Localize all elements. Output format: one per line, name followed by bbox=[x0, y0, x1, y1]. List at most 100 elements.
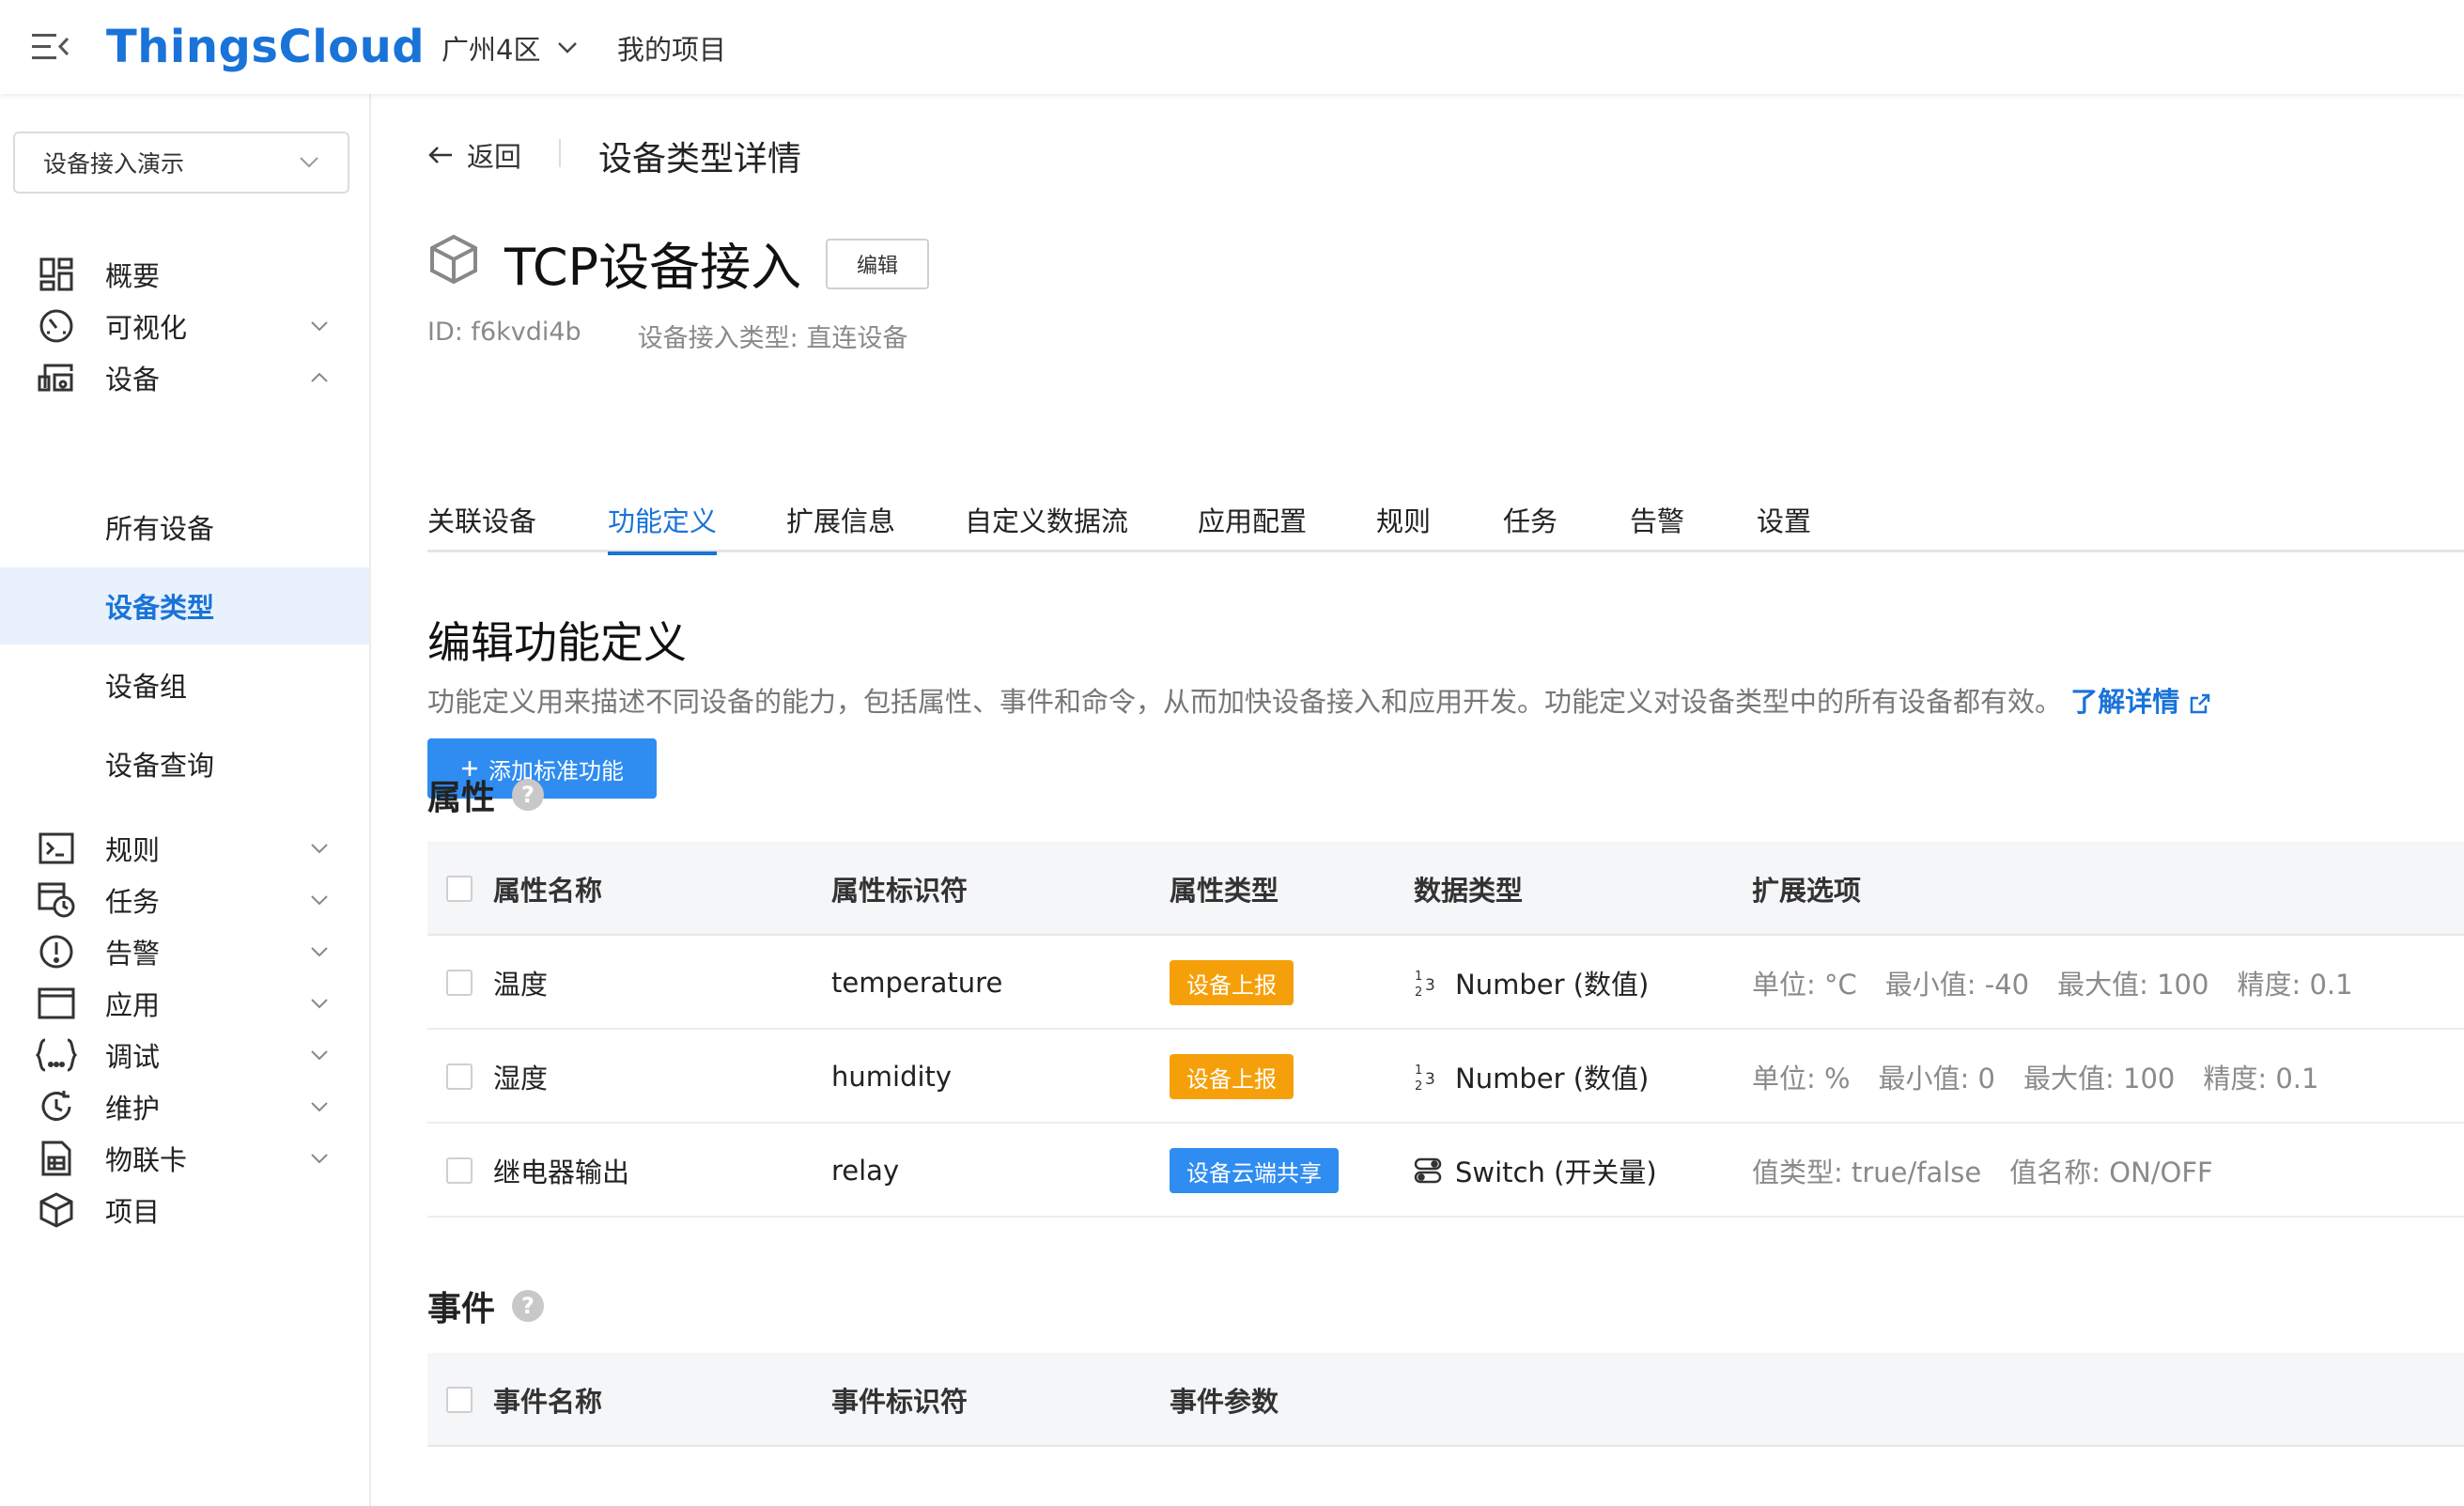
table-header: 属性名称 属性标识符 属性类型 数据类型 扩展选项 bbox=[427, 842, 2464, 936]
property-name: 继电器输出 bbox=[493, 1157, 630, 1188]
sidebar-subitem-all-devices[interactable]: 所有设备 bbox=[0, 489, 369, 566]
svg-text:2: 2 bbox=[1415, 986, 1422, 999]
region-selector[interactable]: 广州4区 bbox=[442, 28, 578, 68]
property-type-cell: 设备上报 bbox=[1170, 1030, 1294, 1124]
chevron-down-icon bbox=[306, 887, 333, 913]
property-type-badge: 设备云端共享 bbox=[1170, 1148, 1339, 1193]
sidebar-item-devices[interactable]: 设备 bbox=[0, 340, 369, 415]
sidebar-subitem-label: 所有设备 bbox=[105, 513, 215, 545]
sidebar-subitem-label: 设备组 bbox=[105, 671, 188, 703]
edit-button[interactable]: 编辑 bbox=[826, 239, 929, 289]
tab-linked-devices[interactable]: 关联设备 bbox=[427, 462, 536, 552]
extension-options: 值类型: true/false 值名称: ON/OFF bbox=[1752, 1124, 2213, 1218]
data-type-cell: 1 2 3 Number (数值) bbox=[1414, 936, 1649, 1030]
tab-settings[interactable]: 设置 bbox=[1757, 462, 1811, 552]
switch-type-icon bbox=[1414, 1157, 1442, 1184]
data-type-label: Number (数值) bbox=[1455, 969, 1650, 1001]
back-button[interactable]: 返回 bbox=[427, 135, 521, 175]
number-type-icon: 1 2 3 bbox=[1415, 970, 1435, 999]
chevron-down-icon bbox=[306, 1094, 333, 1120]
property-type-cell: 设备上报 bbox=[1170, 936, 1294, 1030]
learn-more-link[interactable]: 了解详情 bbox=[2070, 686, 2211, 718]
select-all-checkbox[interactable] bbox=[446, 876, 473, 902]
ext-option: 单位: % bbox=[1752, 1063, 1851, 1095]
help-icon[interactable]: ? bbox=[512, 779, 545, 811]
data-type-label: Switch (开关量) bbox=[1455, 1157, 1657, 1188]
logo[interactable]: ThingsCloud bbox=[106, 21, 425, 73]
ext-option: 值类型: true/false bbox=[1752, 1157, 1982, 1188]
sidebar-subitem-device-query[interactable]: 设备查询 bbox=[0, 725, 369, 802]
table-row[interactable]: 湿度 humidity 设备上报 1 2 3 Number (数值) 单位: %… bbox=[427, 1030, 2464, 1124]
svg-text:1: 1 bbox=[1415, 1064, 1422, 1078]
sidebar-subitem-device-types[interactable]: 设备类型 bbox=[0, 567, 369, 644]
column-header: 扩展选项 bbox=[1752, 875, 1862, 907]
sidebar-subitem-label: 设备类型 bbox=[105, 592, 215, 624]
help-icon[interactable]: ? bbox=[512, 1290, 545, 1322]
row-checkbox[interactable] bbox=[446, 1064, 473, 1090]
chevron-down-icon bbox=[306, 313, 333, 339]
tab-tasks[interactable]: 任务 bbox=[1503, 462, 1557, 552]
column-header: 数据类型 bbox=[1414, 875, 1524, 907]
column-header: 事件名称 bbox=[493, 1386, 603, 1418]
tab-alerts[interactable]: 告警 bbox=[1630, 462, 1684, 552]
ext-option: 最大值: 100 bbox=[2023, 1063, 2176, 1095]
section-description-text: 功能定义用来描述不同设备的能力，包括属性、事件和命令，从而加快设备接入和应用开发… bbox=[427, 686, 2063, 718]
ext-option: 最大值: 100 bbox=[2057, 969, 2209, 1001]
svg-text:2: 2 bbox=[1415, 1079, 1422, 1093]
my-projects-link[interactable]: 我的项目 bbox=[617, 28, 726, 68]
main-content: 返回 设备类型详情 TCP设备接入 编辑 ID: f6kvdi4b 设备接入类型… bbox=[373, 94, 2464, 1506]
tab-rules[interactable]: 规则 bbox=[1376, 462, 1431, 552]
properties-table: 属性名称 属性标识符 属性类型 数据类型 扩展选项 温度 temperature… bbox=[427, 842, 2464, 1218]
property-name: 湿度 bbox=[493, 1063, 549, 1095]
ext-option: 精度: 0.1 bbox=[2237, 969, 2353, 1001]
device-type-name: TCP设备接入 bbox=[504, 238, 802, 297]
property-identifier: humidity bbox=[831, 1061, 953, 1093]
ext-option: 最小值: -40 bbox=[1884, 969, 2030, 1001]
sidebar: 设备接入演示 概要 可视化 设备 所有设备 设备类型 设备组 设备查询 规则 任… bbox=[0, 94, 371, 1506]
tab-bar: 关联设备 功能定义 扩展信息 自定义数据流 应用配置 规则 任务 告警 设置 bbox=[427, 462, 2464, 555]
chevron-down-icon bbox=[558, 42, 578, 54]
tab-custom-dataflow[interactable]: 自定义数据流 bbox=[965, 462, 1128, 552]
project-select-value: 设备接入演示 bbox=[43, 150, 185, 178]
project-select[interactable]: 设备接入演示 bbox=[13, 132, 349, 194]
column-header: 属性标识符 bbox=[831, 875, 969, 907]
row-checkbox[interactable] bbox=[446, 970, 473, 996]
select-all-checkbox[interactable] bbox=[446, 1387, 473, 1413]
external-link-icon bbox=[2191, 693, 2210, 714]
top-header: ThingsCloud 广州4区 我的项目 bbox=[0, 0, 2464, 94]
device-icon bbox=[36, 357, 77, 398]
property-identifier: relay bbox=[831, 1155, 900, 1187]
cube-icon bbox=[427, 233, 480, 286]
chevron-down-icon bbox=[306, 990, 333, 1017]
page-title: 设备类型详情 bbox=[598, 140, 802, 179]
cube-icon bbox=[36, 1189, 77, 1231]
ext-option: 值名称: ON/OFF bbox=[2009, 1157, 2213, 1188]
tab-app-config[interactable]: 应用配置 bbox=[1198, 462, 1307, 552]
section-description: 功能定义用来描述不同设备的能力，包括属性、事件和命令，从而加快设备接入和应用开发… bbox=[427, 680, 2211, 720]
table-row[interactable]: 温度 temperature 设备上报 1 2 3 Number (数值) 单位… bbox=[427, 936, 2464, 1030]
sidebar-item-projects[interactable]: 项目 bbox=[0, 1172, 369, 1248]
tab-extended-info[interactable]: 扩展信息 bbox=[786, 462, 895, 552]
extension-options: 单位: % 最小值: 0 最大值: 100 精度: 0.1 bbox=[1752, 1030, 2318, 1124]
tab-function-definition[interactable]: 功能定义 bbox=[608, 462, 718, 555]
chevron-down-icon bbox=[306, 939, 333, 965]
table-row[interactable]: 继电器输出 relay 设备云端共享 Switch (开关量) 值类型: tru… bbox=[427, 1124, 2464, 1218]
section-title: 编辑功能定义 bbox=[427, 617, 687, 668]
ext-option: 精度: 0.1 bbox=[2203, 1063, 2319, 1095]
ext-option: 单位: °C bbox=[1752, 969, 1857, 1001]
column-header: 属性类型 bbox=[1170, 875, 1279, 907]
svg-text:3: 3 bbox=[1425, 976, 1435, 995]
column-header: 属性名称 bbox=[493, 875, 603, 907]
sidebar-subitem-device-groups[interactable]: 设备组 bbox=[0, 646, 369, 723]
events-heading: 事件 ? bbox=[427, 1281, 545, 1330]
events-title: 事件 bbox=[427, 1290, 496, 1328]
property-type-cell: 设备云端共享 bbox=[1170, 1124, 1339, 1218]
row-checkbox[interactable] bbox=[446, 1157, 473, 1184]
device-type-id: ID: f6kvdi4b bbox=[427, 318, 581, 347]
learn-more-label: 了解详情 bbox=[2070, 686, 2180, 718]
property-name: 温度 bbox=[493, 969, 549, 1001]
chevron-up-icon bbox=[306, 365, 333, 391]
ext-option: 最小值: 0 bbox=[1878, 1063, 1995, 1095]
chevron-down-icon bbox=[306, 835, 333, 862]
menu-collapse-icon[interactable] bbox=[32, 31, 70, 63]
